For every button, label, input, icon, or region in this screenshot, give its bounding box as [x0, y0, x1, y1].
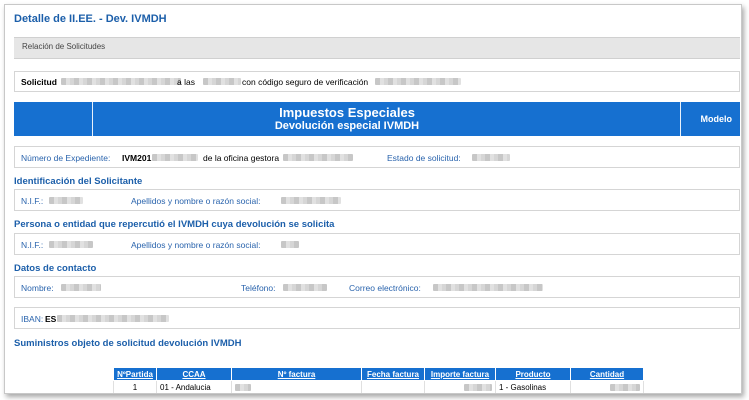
header-title: Impuestos Especiales	[279, 105, 415, 120]
nif-label: N.I.F.:	[21, 240, 44, 250]
name-label: Apellidos y nombre o razón social:	[131, 196, 261, 206]
table-row: 1 01 - Andalucia 1 - Gasolinas	[113, 380, 644, 393]
repercute-box: N.I.F.: Apellidos y nombre o razón socia…	[14, 233, 740, 255]
redacted-nif	[49, 197, 83, 204]
solicitud-box: Solicitud a las con código seguro de ver…	[14, 71, 740, 92]
redacted-office	[283, 154, 353, 161]
repercute-heading: Persona o entidad que repercutió el IVMD…	[14, 219, 335, 230]
redacted-contact-name	[61, 284, 101, 291]
column-header-fecha[interactable]: Fecha factura	[361, 367, 425, 381]
cell-cantidad	[570, 380, 644, 393]
cell-fecha	[361, 380, 425, 393]
suministros-table: NºPartida CCAA Nº factura Fecha factura …	[113, 367, 644, 393]
model-label: Modelo	[700, 114, 733, 124]
solicitante-heading: Identificación del Solicitante	[14, 176, 143, 187]
redacted-state	[472, 154, 510, 161]
section-bar: Relación de Solicitudes	[14, 37, 740, 59]
column-header-producto[interactable]: Producto	[495, 367, 571, 381]
column-header-importe[interactable]: Importe factura	[424, 367, 496, 381]
cell-factura	[231, 380, 362, 393]
expediente-label: Número de Expediente:	[21, 153, 111, 163]
form-header: Impuestos Especiales Devolución especial…	[14, 102, 740, 136]
redacted-name	[281, 197, 341, 204]
solicitante-box: N.I.F.: Apellidos y nombre o razón socia…	[14, 189, 740, 211]
solicitud-code-text: con código seguro de verificación	[242, 77, 369, 87]
nif-label: N.I.F.:	[21, 196, 44, 206]
iban-label: IBAN:	[21, 314, 44, 324]
solicitud-mid-text: a las	[177, 77, 195, 87]
page-title: Detalle de II.EE. - Dev. IVMDH	[14, 13, 167, 25]
redacted-importe	[464, 383, 492, 391]
state-label: Estado de solicitud:	[387, 153, 461, 163]
contacto-box: Nombre: Teléfono: Correo electrónico:	[14, 276, 740, 298]
suministros-heading: Suministros objeto de solicitud devoluci…	[14, 338, 242, 349]
column-header-partida[interactable]: NºPartida	[113, 367, 157, 381]
redacted-email	[433, 284, 543, 291]
office-text: de la oficina gestora	[203, 153, 280, 163]
column-header-cantidad[interactable]: Cantidad	[570, 367, 644, 381]
section-title: Relación de Solicitudes	[22, 42, 106, 51]
redacted-factura	[235, 383, 251, 391]
iban-box: IBAN: ES	[14, 307, 740, 329]
iban-prefix: ES	[45, 314, 57, 324]
header-divider	[680, 102, 681, 136]
expediente-prefix: IVM201	[122, 153, 152, 163]
solicitud-label: Solicitud	[21, 77, 57, 87]
phone-label: Teléfono:	[241, 283, 276, 293]
contacto-heading: Datos de contacto	[14, 263, 97, 274]
contact-name-label: Nombre:	[21, 283, 54, 293]
redacted-time	[203, 78, 241, 85]
redacted-nif	[49, 241, 93, 248]
email-label: Correo electrónico:	[349, 283, 421, 293]
redacted-csv-code	[375, 78, 461, 85]
expediente-box: Número de Expediente: IVM201 de la ofici…	[14, 146, 740, 168]
redacted-iban	[57, 315, 169, 322]
detail-window: Detalle de II.EE. - Dev. IVMDH Relación …	[4, 4, 742, 394]
column-header-ccaa[interactable]: CCAA	[156, 367, 232, 381]
redacted-cantidad	[610, 383, 640, 391]
cell-ccaa: 01 - Andalucia	[156, 380, 232, 393]
column-header-factura[interactable]: Nº factura	[231, 367, 362, 381]
name-label: Apellidos y nombre o razón social:	[131, 240, 261, 250]
redacted-phone	[283, 284, 327, 291]
table-header-row: NºPartida CCAA Nº factura Fecha factura …	[113, 367, 644, 381]
redacted-name	[281, 241, 299, 248]
cell-producto: 1 - Gasolinas	[495, 380, 571, 393]
header-subtitle: Devolución especial IVMDH	[274, 120, 420, 132]
cell-partida: 1	[113, 380, 157, 393]
redacted-expediente	[152, 154, 198, 161]
redacted-solicitud-number	[61, 78, 181, 85]
cell-importe	[424, 380, 496, 393]
